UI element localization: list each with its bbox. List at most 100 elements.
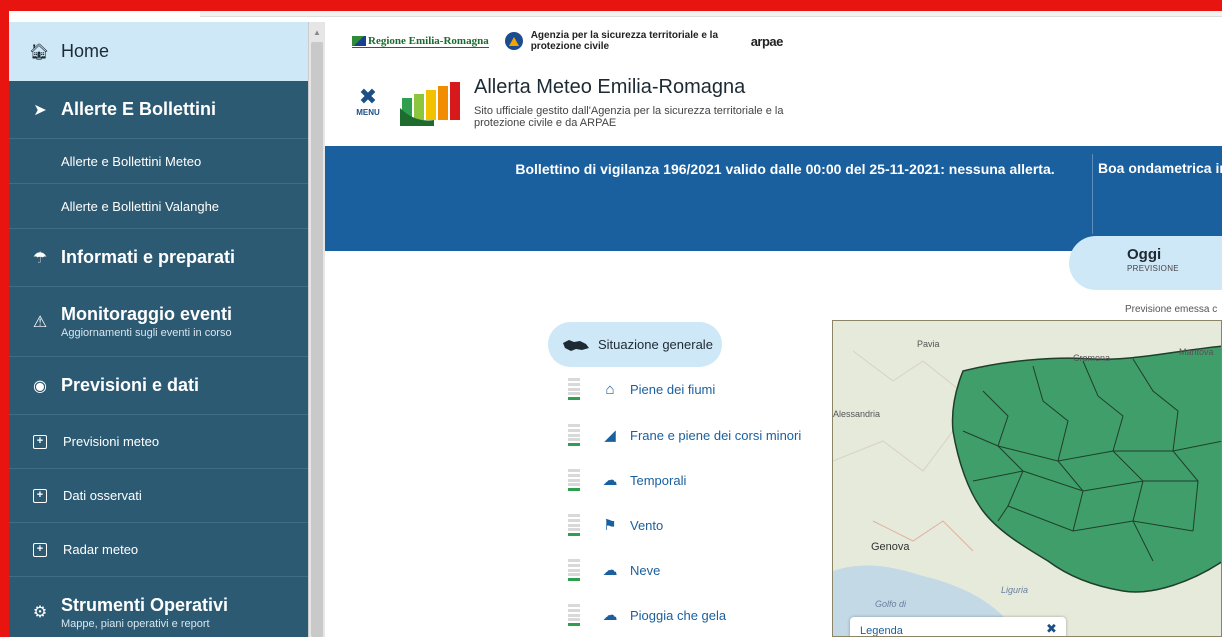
event-item-label: Neve bbox=[630, 562, 661, 578]
close-icon: ✖ bbox=[358, 84, 378, 109]
sidebar-section-strumenti[interactable]: ⚙ Strumenti Operativi Mappe, piani opera… bbox=[9, 577, 308, 637]
sidebar-item-allerte-valanghe[interactable]: Allerte e Bollettini Valanghe bbox=[9, 184, 308, 229]
river-flood-icon: ⌂ bbox=[605, 380, 615, 398]
freezing-rain-icon: ☁ bbox=[602, 607, 618, 624]
sidebar-item-home[interactable]: 🏠︎ Home bbox=[9, 22, 308, 81]
close-icon[interactable]: ✖ bbox=[1046, 621, 1057, 636]
sidebar-item-allerte-meteo[interactable]: Allerte e Bollettini Meteo bbox=[9, 139, 308, 184]
arpae-logo[interactable]: arpae bbox=[750, 33, 784, 49]
event-item-label: Piene dei fiumi bbox=[630, 381, 716, 397]
event-item-vento[interactable]: ⚑ Vento bbox=[568, 514, 663, 536]
map-place-label: Genova bbox=[871, 541, 910, 553]
sidebar-section-label: Previsioni e dati bbox=[61, 375, 200, 395]
umbrella-icon: ☂ bbox=[32, 249, 48, 267]
map-place-label: Cremona bbox=[1073, 353, 1111, 363]
scroll-up-icon[interactable]: ▲ bbox=[313, 28, 321, 37]
situazione-generale-button[interactable]: Situazione generale bbox=[548, 322, 722, 367]
sidebar-section-label: Informati e preparati bbox=[61, 247, 236, 267]
alert-level-bars bbox=[568, 424, 580, 446]
sidebar-section-label: Monitoraggio eventi bbox=[61, 304, 232, 324]
home-icon: 🏠︎ bbox=[29, 43, 50, 61]
tab-oggi-label: Oggi bbox=[1127, 246, 1162, 263]
map-place-label: Mantova bbox=[1179, 347, 1214, 357]
menu-button[interactable]: ✖ MENU bbox=[353, 84, 383, 118]
snow-icon: ☁ bbox=[602, 562, 618, 579]
sidebar-item-previsioni-meteo[interactable]: + Previsioni meteo bbox=[9, 415, 308, 469]
event-item-piene-fiumi[interactable]: ⌂ Piene dei fiumi bbox=[568, 378, 715, 400]
alert-level-bars bbox=[568, 604, 580, 626]
allerta-meteo-logo[interactable] bbox=[400, 78, 462, 126]
alert-banner: Bollettino di vigilanza 196/2021 valido … bbox=[325, 146, 1222, 251]
scrollbar-thumb[interactable] bbox=[311, 42, 323, 637]
legend-label: Legenda bbox=[860, 625, 903, 637]
sidebar-section-label: Allerte E Bollettini bbox=[61, 99, 217, 119]
event-item-label: Temporali bbox=[630, 472, 687, 488]
browser-toolbar-strip bbox=[200, 11, 1222, 17]
landslide-icon: ◢ bbox=[604, 427, 616, 444]
sidebar-item-radar-meteo[interactable]: + Radar meteo bbox=[9, 523, 308, 577]
alert-level-bars bbox=[568, 469, 580, 491]
sidebar-item-label: Dati osservati bbox=[63, 488, 142, 503]
tab-oggi[interactable]: Oggi PREVISIONE bbox=[1069, 236, 1222, 290]
expand-plus-icon: + bbox=[33, 542, 47, 557]
regione-flag-icon bbox=[352, 35, 366, 46]
sidebar-section-sublabel: Mappe, piani operativi e report bbox=[61, 617, 210, 630]
sidebar-item-label: Previsioni meteo bbox=[63, 434, 160, 449]
tab-oggi-sublabel: PREVISIONE bbox=[1127, 264, 1179, 273]
sidebar-section-label: Strumenti Operativi bbox=[61, 594, 229, 615]
agenzia-logo-text: Agenzia per la sicurezza territoriale e … bbox=[530, 30, 719, 52]
map-place-label: Golfo di bbox=[875, 599, 907, 609]
region-map-icon bbox=[563, 339, 589, 351]
menu-label: MENU bbox=[356, 108, 380, 117]
sidebar-scrollbar[interactable]: ▲ bbox=[308, 22, 325, 637]
warning-icon: ⚠ bbox=[32, 313, 48, 331]
site-subtitle: Sito ufficiale gestito dall'Agenzia per … bbox=[474, 105, 784, 129]
event-item-frane[interactable]: ◢ Frane e piene dei corsi minori bbox=[568, 424, 801, 446]
sidebar-section-informati[interactable]: ☂ Informati e preparati bbox=[9, 229, 308, 287]
sidebar-section-allerte[interactable]: ➤ Allerte E Bollettini bbox=[9, 81, 308, 139]
boa-message[interactable]: Boa ondametrica in bbox=[1098, 160, 1222, 176]
bollettino-message[interactable]: Bollettino di vigilanza 196/2021 valido … bbox=[475, 160, 1095, 179]
expand-plus-icon: + bbox=[33, 434, 47, 449]
expand-plus-icon: + bbox=[33, 488, 47, 503]
map-place-label: Pavia bbox=[917, 339, 940, 349]
red-highlight-border bbox=[0, 0, 1222, 11]
sidebar-section-previsioni[interactable]: ◉ Previsioni e dati bbox=[9, 357, 308, 415]
windsock-icon: ⚑ bbox=[603, 517, 617, 534]
sidebar-item-label: Home bbox=[61, 41, 110, 61]
sidebar-section-sublabel: Aggiornamenti sugli eventi in corso bbox=[61, 327, 232, 339]
red-highlight-border bbox=[0, 0, 9, 637]
event-item-neve[interactable]: ☁ Neve bbox=[568, 559, 660, 581]
situazione-generale-label: Situazione generale bbox=[598, 337, 713, 352]
banner-divider bbox=[1092, 154, 1093, 234]
forecast-issued-text: Previsione emessa c bbox=[1125, 304, 1218, 315]
event-item-label: Vento bbox=[630, 517, 664, 533]
alert-level-bars bbox=[568, 559, 580, 581]
regione-logo[interactable]: Regione Emilia-Romagna bbox=[352, 35, 489, 48]
sidebar-nav: 🏠︎ Home ➤ Allerte E Bollettini Allerte e… bbox=[9, 22, 308, 637]
regione-logo-text: Regione Emilia-Romagna bbox=[368, 34, 489, 47]
webcam-icon: ◉ bbox=[33, 377, 47, 395]
megaphone-icon: ➤ bbox=[33, 101, 47, 119]
thunderstorm-icon: ☁ bbox=[602, 472, 618, 489]
map-place-label: Alessandria bbox=[833, 409, 881, 419]
partner-logos: Regione Emilia-Romagna Agenzia per la si… bbox=[352, 28, 783, 54]
event-item-temporali[interactable]: ☁ Temporali bbox=[568, 469, 686, 491]
sidebar-item-dati-osservati[interactable]: + Dati osservati bbox=[9, 469, 308, 523]
event-item-label: Frane e piene dei corsi minori bbox=[630, 427, 802, 443]
map-place-label: Liguria bbox=[1001, 585, 1029, 595]
event-item-pioggia-gela[interactable]: ☁ Pioggia che gela bbox=[568, 604, 726, 626]
arpae-logo-text: arpae bbox=[750, 33, 784, 49]
site-title: Allerta Meteo Emilia-Romagna bbox=[474, 76, 746, 98]
protezione-civile-icon bbox=[504, 32, 523, 50]
map-legend[interactable]: Legenda ✖ bbox=[850, 617, 1066, 637]
alert-level-bars bbox=[568, 378, 580, 400]
alert-level-bars bbox=[568, 514, 580, 536]
tools-icon: ⚙ bbox=[32, 604, 48, 621]
event-item-label: Pioggia che gela bbox=[630, 607, 727, 623]
protezione-civile-logo[interactable]: Agenzia per la sicurezza territoriale e … bbox=[504, 30, 731, 52]
sidebar-item-label: Radar meteo bbox=[63, 542, 139, 557]
browser-viewport: 🏠︎ Home ➤ Allerte E Bollettini Allerte e… bbox=[0, 0, 1222, 637]
sidebar-section-monitoraggio[interactable]: ⚠ Monitoraggio eventi Aggiornamenti sugl… bbox=[9, 287, 308, 357]
alert-map[interactable]: Pavia Cremona Mantova Alessandria Genova… bbox=[832, 320, 1222, 637]
